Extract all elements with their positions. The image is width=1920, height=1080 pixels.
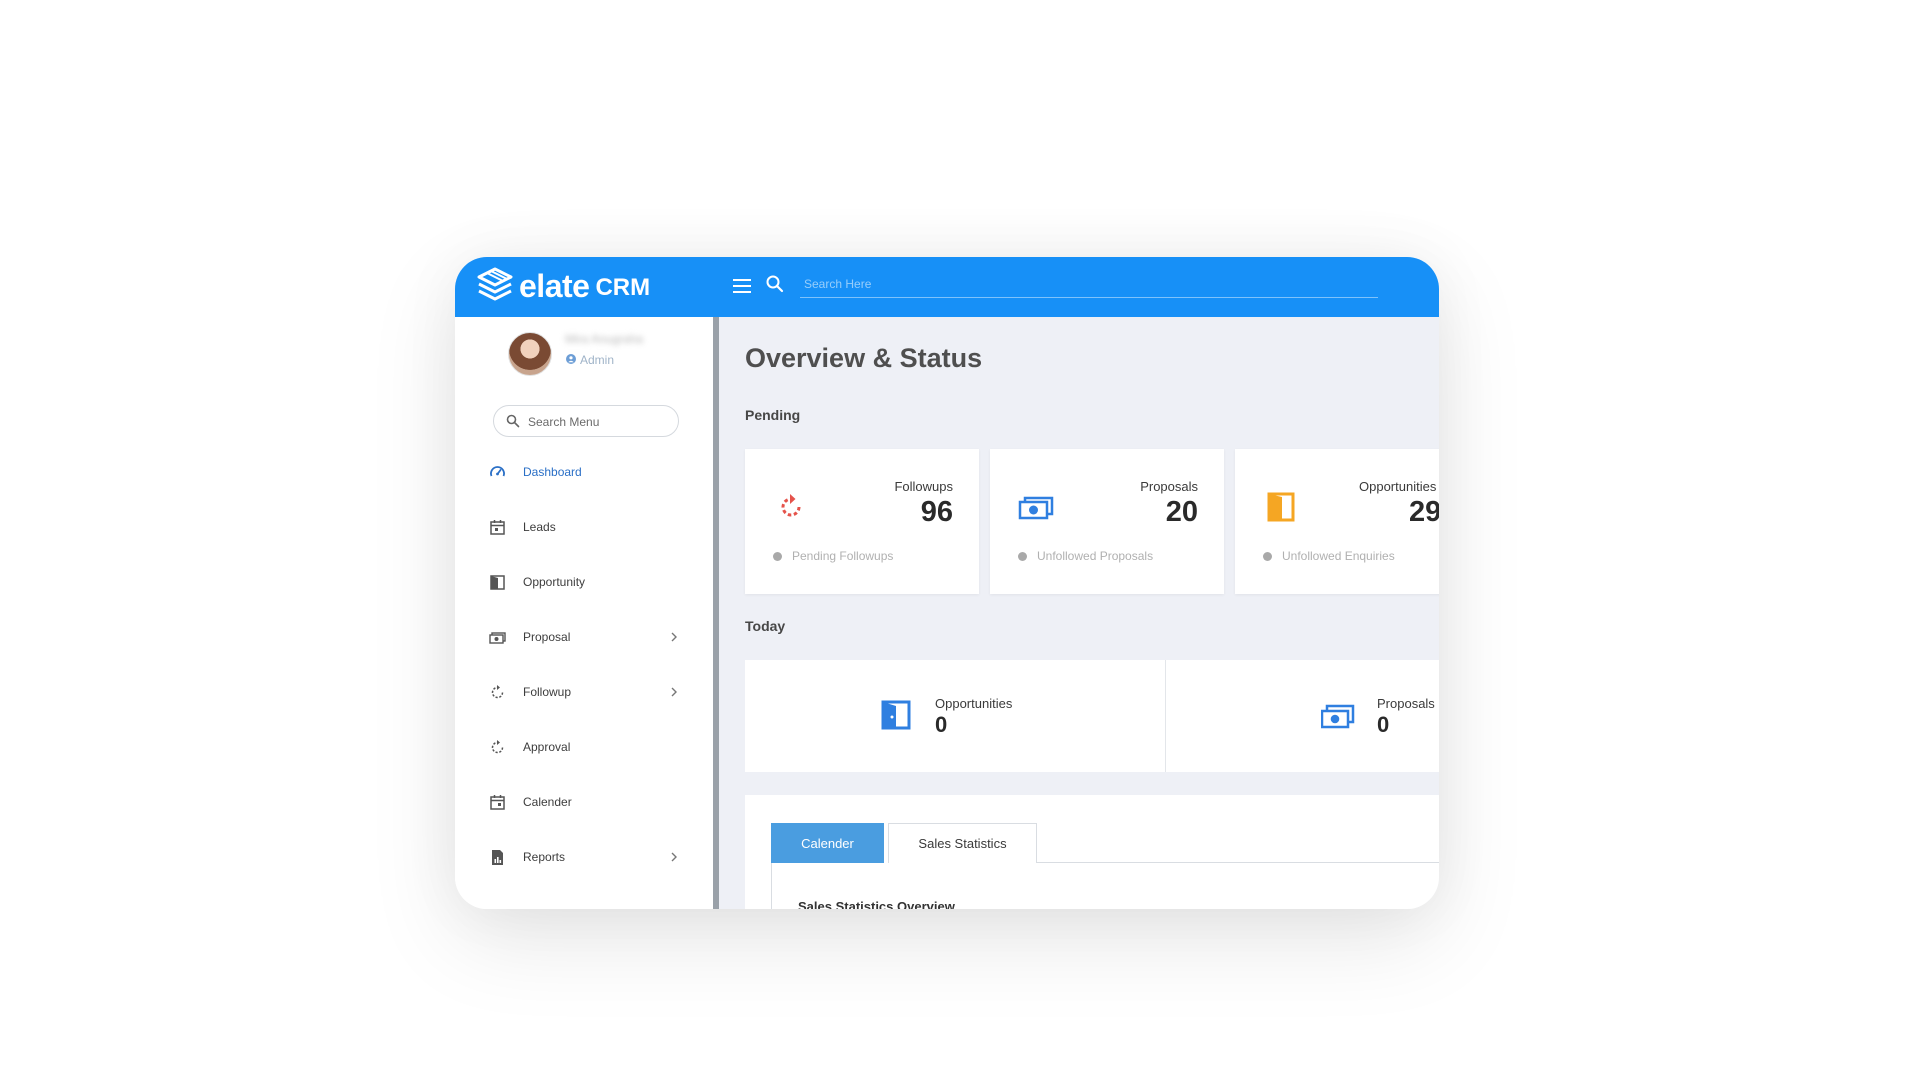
money-icon [1321, 704, 1355, 729]
proposals-card[interactable]: Proposals 20 Unfollowed Proposals [990, 449, 1224, 594]
sidebar-nav: Dashboard Leads Opportunity Proposal Fol… [455, 445, 713, 885]
user-name: Mira Anugraha [565, 332, 644, 346]
sidebar-item-label: Calender [523, 795, 572, 809]
refresh-icon [491, 740, 504, 754]
tab-content: Sales Statistics Overview [771, 863, 1439, 909]
card-footer: Pending Followups [773, 549, 893, 563]
status-dot [1263, 552, 1272, 561]
pending-section-title: Pending [745, 407, 801, 423]
refresh-icon [491, 685, 504, 699]
user-badge-icon [566, 354, 576, 364]
door-icon [490, 575, 505, 590]
status-dot [1018, 552, 1027, 561]
card-footer-text: Pending Followups [792, 549, 894, 563]
card-label: Opportunities [1359, 479, 1437, 494]
top-bar: elate CRM [455, 257, 1439, 317]
brand-logo[interactable]: elate CRM [475, 263, 650, 309]
card-label: Proposals [1140, 479, 1198, 494]
sidebar-item-dashboard[interactable]: Dashboard [455, 445, 713, 500]
card-value: 96 [920, 496, 953, 528]
brand-name: elate [519, 267, 590, 304]
sidebar-item-label: Approval [523, 740, 571, 754]
report-icon [492, 850, 503, 865]
tabs-panel: Calender Sales Statistics Sales Statisti… [745, 795, 1439, 909]
money-icon [1018, 496, 1054, 520]
chevron-right-icon [671, 687, 677, 697]
status-dot [773, 552, 782, 561]
stack-logo-icon [477, 267, 513, 301]
today-section-title: Today [745, 618, 786, 634]
main-content: Overview & Status Pending Followups 96 P… [719, 317, 1439, 909]
chevron-right-icon [671, 852, 677, 862]
today-value: 0 [935, 712, 948, 737]
tab-content-heading: Sales Statistics Overview [798, 899, 955, 909]
today-value: 0 [1377, 712, 1390, 737]
sidebar-item-label: Proposal [523, 630, 571, 644]
sidebar-item-calender[interactable]: Calender [455, 775, 713, 830]
door-icon [1267, 492, 1295, 522]
card-footer: Unfollowed Proposals [1018, 549, 1153, 563]
sidebar: Mira Anugraha Admin Dashboard [455, 317, 713, 909]
today-label: Proposals [1377, 696, 1435, 711]
app-window: elate CRM Mira Anugraha Admin [455, 257, 1439, 909]
calendar-icon [490, 795, 505, 810]
user-role: Admin [580, 353, 615, 367]
avatar[interactable] [508, 332, 552, 376]
menu-search[interactable] [493, 405, 679, 437]
chevron-right-icon [671, 632, 677, 642]
sidebar-item-label: Dashboard [523, 465, 582, 479]
menu-search-input[interactable] [526, 411, 670, 433]
opportunities-card[interactable]: Opportunities 29 Unfollowed Enquiries [1235, 449, 1439, 594]
card-value: 20 [1165, 496, 1198, 528]
today-panel: Opportunities 0 Proposals 0 [745, 660, 1439, 772]
refresh-icon [781, 494, 801, 517]
sidebar-item-reports[interactable]: Reports [455, 830, 713, 885]
sidebar-item-leads[interactable]: Leads [455, 500, 713, 555]
followups-card[interactable]: Followups 96 Pending Followups [745, 449, 979, 594]
menu-toggle-icon[interactable] [733, 275, 751, 297]
calendar-icon [490, 520, 505, 535]
global-search-input[interactable] [800, 271, 1378, 298]
card-label: Followups [894, 479, 953, 494]
sidebar-item-approval[interactable]: Approval [455, 720, 713, 775]
sidebar-item-proposal[interactable]: Proposal [455, 610, 713, 665]
sidebar-item-followup[interactable]: Followup [455, 665, 713, 720]
sidebar-item-label: Opportunity [523, 575, 586, 589]
card-footer-text: Unfollowed Enquiries [1282, 549, 1395, 563]
tab-calender[interactable]: Calender [771, 823, 884, 863]
sidebar-item-opportunity[interactable]: Opportunity [455, 555, 713, 610]
card-footer-text: Unfollowed Proposals [1037, 549, 1154, 563]
today-label: Opportunities [935, 696, 1013, 711]
dashboard-icon [490, 466, 505, 477]
card-value: 29 [1409, 496, 1439, 528]
search-icon [506, 414, 520, 428]
card-footer: Unfollowed Enquiries [1263, 549, 1395, 563]
search-icon [766, 275, 784, 293]
sidebar-item-label: Reports [523, 850, 566, 864]
door-icon [881, 700, 911, 730]
sidebar-item-label: Leads [523, 520, 556, 534]
brand-suffix: CRM [595, 274, 651, 301]
page-title: Overview & Status [745, 343, 983, 373]
divider [1165, 660, 1166, 772]
sidebar-item-label: Followup [523, 685, 572, 699]
tab-sales-statistics[interactable]: Sales Statistics [888, 823, 1037, 863]
money-icon [489, 632, 506, 644]
